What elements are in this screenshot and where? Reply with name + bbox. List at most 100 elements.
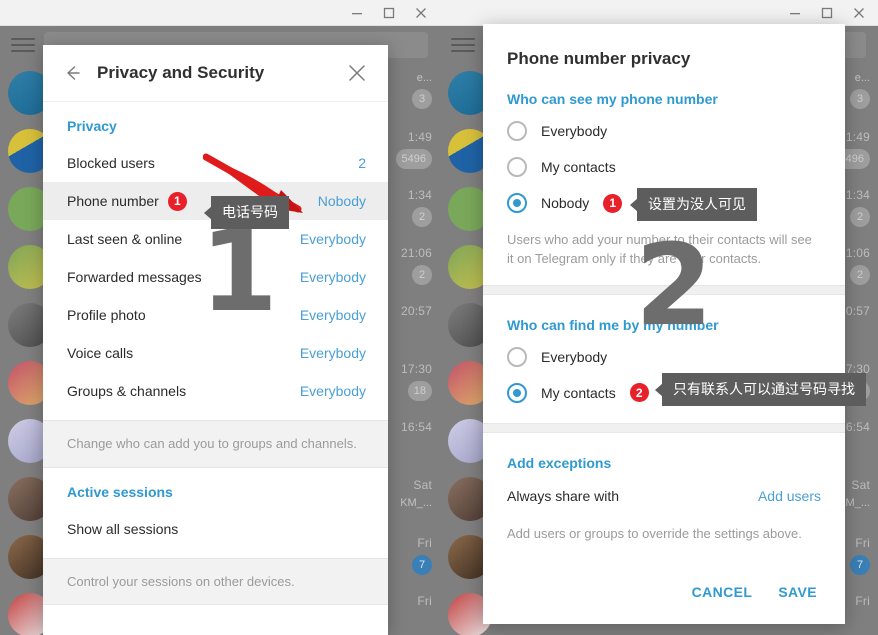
unread-badge: 2 (850, 207, 870, 227)
unread-badge: 2 (412, 207, 432, 227)
row-text: Groups & channels (67, 383, 187, 399)
row-label: Show all sessions (67, 521, 178, 537)
page-title: Privacy and Security (97, 63, 265, 82)
row-text: Always share with (507, 487, 620, 504)
row-text: Forwarded messages (67, 269, 202, 285)
row-show-all-sessions[interactable]: Show all sessions (43, 510, 388, 548)
section-add-exceptions-title: Add exceptions (507, 454, 612, 471)
radio-icon[interactable] (507, 346, 527, 367)
row-voice-calls[interactable]: Voice calls Everybody (43, 334, 388, 372)
telegram-window-left: e... 3 1:49 5496 1:34 2 21:06 2 20:57 17… (0, 0, 440, 635)
row-text: Voice calls (67, 345, 134, 361)
dialog-actions: CANCEL SAVE (483, 560, 845, 600)
radio-see-my-contacts[interactable]: My contacts (483, 149, 845, 185)
section-privacy-title: Privacy (67, 118, 117, 134)
row-label: Forwarded messages (67, 269, 202, 285)
chat-time: 1:49 (845, 130, 870, 144)
hamburger-menu-icon[interactable] (10, 36, 36, 54)
tooltip-phone-number: 电话号码 (211, 196, 289, 229)
back-arrow-icon[interactable] (57, 58, 87, 88)
row-text: Phone number (67, 193, 159, 209)
chat-time: 21:06 (400, 246, 432, 260)
telegram-window-right: e... 3 1:49 5496 1:34 2 21:06 2 20:57 17… (440, 0, 878, 635)
divider (483, 422, 845, 433)
unread-badge: 3 (412, 89, 432, 109)
row-always-share-with[interactable]: Always share with Add users (483, 477, 845, 515)
row-label: Voice calls (67, 345, 133, 361)
radio-see-everybody[interactable]: Everybody (483, 113, 845, 149)
titlebar-left (0, 0, 440, 26)
cancel-button[interactable]: CANCEL (692, 584, 753, 600)
chat-snippet: e... (854, 72, 870, 84)
radio-icon[interactable] (507, 121, 527, 141)
section-active-sessions-title: Active sessions (67, 483, 173, 500)
chat-time: 1:34 (845, 188, 870, 202)
row-label: Profile photo (67, 307, 146, 323)
row-groups-channels[interactable]: Groups & channels Everybody (43, 372, 388, 410)
chat-time: Sat (851, 478, 870, 492)
annotation-marker-1: 1 (167, 191, 187, 211)
chat-time: 1:49 (407, 130, 432, 144)
chat-time: 1:34 (407, 188, 432, 202)
row-value: Everybody (299, 383, 366, 399)
maximize-icon[interactable] (812, 1, 842, 25)
radio-label: Everybody (541, 348, 608, 365)
radio-label: Everybody (541, 123, 608, 139)
unread-badge: 18 (407, 381, 432, 401)
maximize-icon[interactable] (374, 1, 404, 25)
row-text: Profile photo (67, 307, 146, 323)
hamburger-menu-icon[interactable] (450, 36, 476, 54)
close-icon[interactable] (406, 1, 436, 25)
close-icon[interactable] (342, 58, 372, 88)
row-label: Last seen & online (67, 231, 182, 247)
row-text: Show all sessions (67, 520, 179, 537)
screenshot-root: e... 3 1:49 5496 1:34 2 21:06 2 20:57 17… (0, 0, 878, 635)
annotation-watermark-1: 1 (200, 207, 278, 337)
chat-time: Fri (417, 594, 432, 608)
tooltip-who-can-see: 设置为没人可见 (637, 188, 757, 221)
chat-time: Sat (413, 478, 432, 492)
chat-snippet: KM_... (400, 497, 432, 509)
add-users-link[interactable]: Add users (758, 488, 821, 504)
section-who-can-see-title: Who can see my phone number (507, 91, 718, 107)
chat-time: Fri (855, 536, 870, 550)
row-value: Everybody (299, 345, 366, 361)
annotation-marker-2: 2 (629, 383, 649, 403)
annotation-watermark-2: 2 (635, 221, 713, 351)
radio-label: Nobody (541, 195, 590, 211)
note-sessions: Control your sessions on other devices. (43, 557, 388, 606)
close-icon[interactable] (844, 1, 874, 25)
row-text: Blocked users (67, 155, 155, 171)
radio-icon[interactable] (507, 157, 527, 177)
unread-badge: 7 (412, 555, 432, 575)
annotation-marker-1: 1 (603, 193, 623, 213)
row-value: Everybody (299, 307, 366, 323)
tooltip-who-can-find: 只有联系人可以通过号码寻找 (662, 373, 866, 406)
page-title: Phone number privacy (507, 49, 691, 68)
row-value: 2 (358, 155, 366, 171)
chat-time: Fri (417, 536, 432, 550)
note-exceptions: Add users or groups to override the sett… (507, 525, 802, 541)
radio-icon-selected[interactable] (507, 193, 527, 213)
save-button[interactable]: SAVE (778, 584, 817, 600)
row-text: Last seen & online (67, 231, 183, 247)
row-label: Phone number 1 (67, 191, 187, 211)
unread-badge: 3 (850, 89, 870, 109)
chat-time: 20:57 (400, 304, 432, 318)
note-groups-channels: Change who can add you to groups and cha… (43, 420, 388, 468)
minimize-icon[interactable] (342, 1, 372, 25)
chat-snippet: e... (416, 72, 432, 84)
radio-label: My contacts (541, 159, 616, 175)
row-label: Blocked users (67, 155, 155, 171)
unread-badge: 2 (850, 265, 870, 285)
row-label: Groups & channels (67, 383, 186, 399)
unread-badge: 7 (850, 555, 870, 575)
minimize-icon[interactable] (780, 1, 810, 25)
chat-time: 16:54 (400, 420, 432, 434)
radio-icon-selected[interactable] (507, 382, 527, 403)
row-value: Everybody (299, 231, 366, 247)
unread-badge: 2 (412, 265, 432, 285)
